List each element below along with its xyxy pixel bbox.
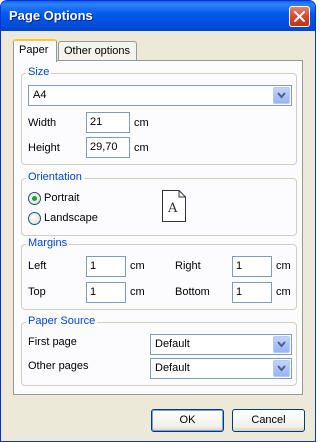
margin-top-unit: cm bbox=[130, 286, 145, 298]
first-page-label: First page bbox=[28, 336, 77, 348]
margin-left-field[interactable]: 1 bbox=[86, 256, 126, 277]
portrait-label[interactable]: Portrait bbox=[44, 192, 79, 204]
margins-group: Margins Left 1 cm Right 1 cm Top 1 cm Bo… bbox=[21, 237, 297, 310]
page-preview-letter: A bbox=[167, 201, 178, 216]
other-pages-value: Default bbox=[155, 362, 190, 374]
margin-bottom-value: 1 bbox=[236, 286, 243, 298]
orientation-group: Orientation Portrait Landscape A bbox=[21, 171, 297, 236]
dialog-body: Paper Other options Size A4 Width 21 cm … bbox=[4, 31, 312, 439]
tab-paper-label: Paper bbox=[19, 44, 49, 56]
orientation-group-label: Orientation bbox=[26, 171, 84, 183]
margin-left-label: Left bbox=[28, 260, 47, 272]
paper-size-value: A4 bbox=[33, 89, 47, 101]
paper-size-select[interactable]: A4 bbox=[28, 85, 292, 106]
other-pages-label: Other pages bbox=[28, 360, 89, 372]
margins-group-label: Margins bbox=[26, 237, 70, 249]
margin-right-field[interactable]: 1 bbox=[232, 256, 272, 277]
close-button[interactable] bbox=[289, 6, 310, 27]
margin-bottom-unit: cm bbox=[276, 286, 291, 298]
margin-bottom-field[interactable]: 1 bbox=[232, 282, 272, 303]
margin-bottom-label: Bottom bbox=[175, 286, 210, 298]
window-title: Page Options bbox=[9, 8, 93, 23]
close-icon bbox=[294, 11, 305, 22]
first-page-dropdown-button[interactable] bbox=[273, 336, 290, 353]
paper-size-dropdown-button[interactable] bbox=[273, 87, 290, 104]
margin-top-field[interactable]: 1 bbox=[86, 282, 126, 303]
page-options-dialog: Page Options Paper Other options Size A4 bbox=[0, 0, 316, 442]
width-field[interactable]: 21 bbox=[86, 112, 130, 133]
margin-top-label: Top bbox=[28, 286, 46, 298]
width-value: 21 bbox=[90, 116, 103, 128]
tab-other-options-label: Other options bbox=[64, 45, 131, 57]
portrait-radio[interactable] bbox=[28, 192, 41, 205]
landscape-radio[interactable] bbox=[28, 212, 41, 225]
tab-paper[interactable]: Paper bbox=[13, 39, 57, 62]
other-pages-select[interactable]: Default bbox=[150, 358, 292, 379]
height-unit: cm bbox=[134, 142, 149, 154]
paper-source-group: Paper Source First page Default Other pa… bbox=[21, 315, 297, 386]
page-portrait-icon: A bbox=[162, 190, 186, 222]
chevron-down-icon bbox=[277, 365, 286, 372]
width-unit: cm bbox=[134, 117, 149, 129]
tab-panel-paper: Size A4 Width 21 cm Height 29,70 cm Orie… bbox=[13, 60, 303, 395]
paper-source-group-label: Paper Source bbox=[26, 315, 98, 327]
width-label: Width bbox=[28, 117, 57, 129]
margin-left-value: 1 bbox=[90, 260, 97, 272]
chevron-down-icon bbox=[277, 341, 286, 348]
cancel-button[interactable]: Cancel bbox=[232, 409, 305, 432]
chevron-down-icon bbox=[277, 92, 286, 99]
first-page-value: Default bbox=[155, 338, 190, 350]
margin-top-value: 1 bbox=[90, 286, 97, 298]
landscape-label[interactable]: Landscape bbox=[44, 212, 98, 224]
margin-right-label: Right bbox=[175, 260, 201, 272]
tab-other-options[interactable]: Other options bbox=[58, 41, 137, 61]
height-field[interactable]: 29,70 bbox=[86, 137, 130, 158]
height-label: Height bbox=[28, 142, 60, 154]
radio-selected-dot bbox=[32, 196, 37, 201]
other-pages-dropdown-button[interactable] bbox=[273, 360, 290, 377]
size-group-label: Size bbox=[26, 66, 52, 78]
height-value: 29,70 bbox=[90, 141, 118, 153]
title-bar[interactable]: Page Options bbox=[1, 1, 315, 31]
first-page-select[interactable]: Default bbox=[150, 334, 292, 355]
margin-right-unit: cm bbox=[276, 260, 291, 272]
ok-button[interactable]: OK bbox=[151, 409, 224, 432]
size-group: Size A4 Width 21 cm Height 29,70 cm bbox=[21, 66, 297, 165]
margin-left-unit: cm bbox=[130, 260, 145, 272]
margin-right-value: 1 bbox=[236, 260, 243, 272]
